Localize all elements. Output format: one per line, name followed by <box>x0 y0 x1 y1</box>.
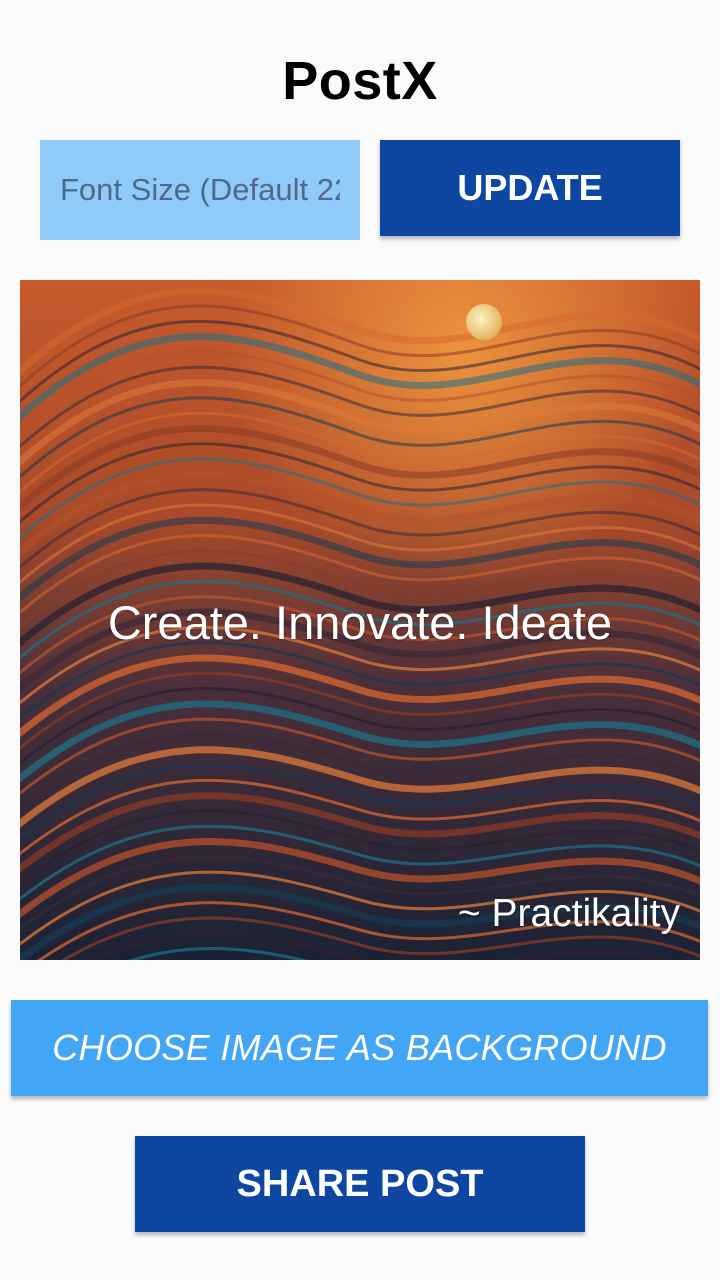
app-title: PostX <box>282 51 438 111</box>
post-quote: Create. Innovate. Ideate <box>107 596 613 649</box>
post-author: ~ Practikality <box>457 892 680 935</box>
update-button-label: UPDATE <box>457 167 603 208</box>
share-post-button[interactable]: SHARE POST <box>135 1136 585 1232</box>
update-button[interactable]: UPDATE <box>380 140 680 236</box>
post-preview: Create. Innovate. Ideate ~ Practikality <box>20 280 700 960</box>
app-screen: PostX UPDATE <box>0 0 720 1280</box>
choose-background-button[interactable]: CHOOSE IMAGE AS BACKGROUND <box>11 1000 708 1096</box>
share-post-label: SHARE POST <box>236 1162 484 1205</box>
font-size-input[interactable] <box>40 140 360 240</box>
choose-background-label: CHOOSE IMAGE AS BACKGROUND <box>52 1027 667 1068</box>
